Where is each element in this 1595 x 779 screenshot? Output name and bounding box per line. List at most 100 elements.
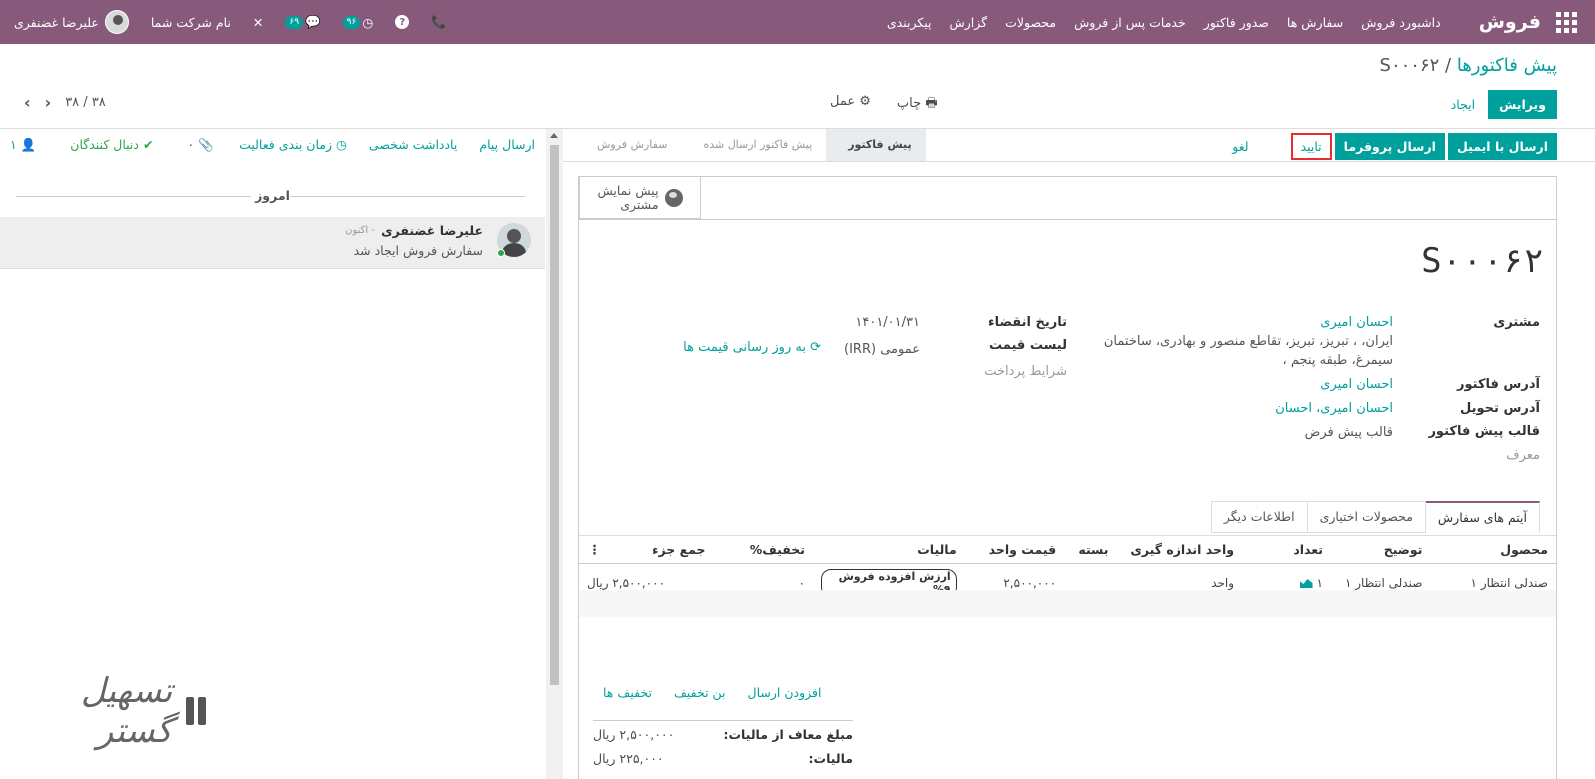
app-brand[interactable]: فروش	[1479, 11, 1541, 33]
forecast-chart-icon[interactable]	[1299, 579, 1313, 588]
tab-optional-products[interactable]: محصولات اختیاری	[1306, 501, 1426, 533]
log-note-button[interactable]: یادداشت شخصی	[369, 137, 457, 152]
add-line-links: افزودن ارسال بن تخفیف تخفیف ها	[603, 685, 822, 700]
breadcrumb: پیش فاکتورها / S۰۰۰۶۲	[1380, 55, 1557, 76]
discounts-link[interactable]: تخفیف ها	[603, 685, 652, 700]
col-package[interactable]: بسته	[1064, 536, 1117, 564]
scroll-up-icon[interactable]	[550, 133, 558, 138]
empty-row	[579, 617, 1556, 644]
breadcrumb-separator: /	[1439, 55, 1457, 76]
phone-icon[interactable]: 📞	[431, 14, 447, 30]
stage-quotation-sent[interactable]: پیش فاکتور ارسال شده	[681, 129, 826, 161]
stage-quotation[interactable]: پیش فاکتور	[826, 129, 926, 161]
print-menu[interactable]: 🖶 چاپ	[897, 94, 938, 116]
watermark-mark-icon	[180, 691, 208, 731]
navbar-systray: 📞 ? ◷ ۹۶ 💬 ۶۹ ✕ نام شرکت شما علیرضا غضنفری	[14, 0, 447, 44]
customer-field[interactable]: احسان امیری	[1320, 313, 1393, 332]
col-unit-price[interactable]: قیمت واحد	[964, 536, 1065, 564]
expiration-label: تاریخ انقضاء	[987, 315, 1067, 330]
col-description[interactable]: توضیح	[1331, 536, 1431, 564]
activity-badge: ۹۶	[342, 15, 361, 29]
expiration-field[interactable]: ۱۴۰۱/۰۱/۳۱	[855, 313, 920, 332]
follow-button[interactable]: ✔ دنبال کنندگان	[70, 137, 153, 153]
scroll-thumb[interactable]	[550, 145, 559, 685]
send-proforma-button[interactable]: ارسال پروفرما	[1334, 133, 1445, 160]
main-menu: داشبورد فروش سفارش ها صدور فاکتور خدمات …	[887, 15, 1441, 30]
pager-next-icon[interactable]: ›	[45, 93, 52, 112]
quotation-template-field[interactable]: قالب پیش فرض	[1305, 423, 1393, 442]
update-prices-button[interactable]: ⟳ به روز رسانی قیمت ها	[683, 338, 821, 357]
statusbar: ارسال با ایمیل ارسال پروفرما تایید لغو س…	[563, 129, 1595, 162]
col-subtotal[interactable]: جمع جزء	[608, 536, 714, 564]
statusbar-buttons: ارسال با ایمیل ارسال پروفرما تایید لغو	[1223, 133, 1557, 160]
payment-terms-label: شرایط پرداخت	[984, 364, 1067, 379]
col-quantity[interactable]: تعداد	[1242, 536, 1331, 564]
schedule-activity-button[interactable]: ◷ زمان بندی فعالیت	[239, 137, 347, 152]
create-button[interactable]: ایجاد	[1440, 90, 1486, 119]
quantity-value: ۱	[1316, 575, 1323, 590]
apps-menu-icon[interactable]	[1553, 9, 1579, 35]
follow-label: دنبال کنندگان	[70, 137, 139, 152]
untaxed-amount-row: مبلغ معاف از مالیات: ۲,۵۰۰,۰۰۰ ریال	[593, 721, 853, 745]
stage-sale-order[interactable]: سفارش فروش	[575, 129, 681, 161]
user-menu[interactable]: علیرضا غضنفری	[14, 10, 129, 34]
pager-previous-icon[interactable]: ‹	[24, 93, 31, 112]
attachments-count: ۰	[187, 137, 195, 152]
invoice-address-label: آدرس فاکتور	[1457, 377, 1540, 392]
menu-item-orders[interactable]: سفارش ها	[1287, 15, 1343, 30]
customer-preview-label: پیش نمایش مشتری	[597, 182, 659, 212]
untaxed-amount-value: ۲,۵۰۰,۰۰۰ ریال	[593, 727, 675, 742]
action-label: عمل	[830, 94, 856, 109]
col-product[interactable]: محصول	[1430, 536, 1556, 564]
coupon-link[interactable]: بن تخفیف	[674, 685, 726, 700]
customer-address-line1: ایران، ، تبریز، تبریز، تقاطع منصور و بها…	[1103, 334, 1393, 349]
col-taxes[interactable]: مالیات	[812, 536, 965, 564]
chatter-scrollbar[interactable]	[546, 129, 563, 779]
send-message-button[interactable]: ارسال پیام	[479, 137, 535, 152]
globe-icon	[664, 188, 683, 207]
menu-item-reporting[interactable]: گزارش	[950, 15, 988, 30]
breadcrumb-quotations[interactable]: پیش فاکتورها	[1457, 55, 1557, 76]
menu-item-after-sales[interactable]: خدمات پس از فروش	[1074, 15, 1186, 30]
menu-item-products[interactable]: محصولات	[1005, 15, 1056, 30]
column-options-icon[interactable]: ⋮	[579, 536, 609, 564]
send-email-button[interactable]: ارسال با ایمیل	[1447, 133, 1557, 160]
pager-value[interactable]: ۳۸ / ۳۸	[65, 95, 106, 110]
check-icon: ✔	[142, 137, 154, 152]
customer-preview-button[interactable]: پیش نمایش مشتری	[579, 177, 701, 219]
user-avatar	[104, 10, 129, 34]
message-time: - اکنون	[345, 225, 375, 236]
invoice-address-field[interactable]: احسان امیری	[1320, 375, 1393, 394]
edit-button[interactable]: ویرایش	[1488, 90, 1557, 119]
messages-icon[interactable]: 💬 ۶۹	[285, 14, 321, 30]
pricelist-field[interactable]: عمومی (IRR)	[844, 340, 920, 359]
tab-order-lines[interactable]: آیتم های سفارش	[1424, 501, 1540, 533]
activity-icon[interactable]: ◷ ۹۶	[342, 15, 373, 30]
col-uom[interactable]: واحد اندازه گیری	[1116, 536, 1243, 564]
message-author[interactable]: علیرضا غضنفری	[381, 223, 483, 238]
tax-amount-row: مالیات: ۲۲۵,۰۰۰ ریال	[593, 745, 853, 769]
menu-item-invoicing[interactable]: صدور فاکتور	[1204, 15, 1269, 30]
menu-item-configuration[interactable]: پیکربندی	[887, 15, 932, 30]
tax-amount-label: مالیات:	[808, 751, 853, 766]
col-discount[interactable]: تخفیف%	[713, 536, 813, 564]
action-menu[interactable]: ⚙ عمل	[830, 94, 871, 116]
confirm-button[interactable]: تایید	[1290, 133, 1332, 160]
referrer-label: معرف	[1506, 448, 1540, 463]
company-switcher[interactable]: نام شرکت شما	[151, 15, 231, 30]
delivery-address-field[interactable]: احسان امیری، احسان	[1275, 399, 1393, 418]
tab-other-info[interactable]: اطلاعات دیگر	[1210, 501, 1308, 533]
menu-item-sales-dashboard[interactable]: داشبورد فروش	[1361, 15, 1441, 30]
form-tabs: آیتم های سفارش محصولات اختیاری اطلاعات د…	[1210, 501, 1540, 533]
add-shipping-link[interactable]: افزودن ارسال	[748, 685, 822, 700]
help-icon[interactable]: ?	[395, 15, 410, 29]
followers-count: ۱	[10, 137, 17, 152]
breadcrumb-current: S۰۰۰۶۲	[1379, 55, 1440, 76]
followers-button[interactable]: 👤 ۱	[10, 137, 36, 153]
preview-label-line1: پیش نمایش	[597, 182, 659, 198]
message-body: سفارش فروش ایجاد شد	[353, 243, 483, 258]
cancel-button[interactable]: لغو	[1223, 133, 1257, 160]
list-item[interactable]: علیرضا غضنفری - اکنون سفارش فروش ایجاد ش…	[0, 217, 545, 269]
attachments-button[interactable]: 📎 ۰	[187, 137, 213, 153]
debug-tools-icon[interactable]: ✕	[253, 15, 263, 30]
